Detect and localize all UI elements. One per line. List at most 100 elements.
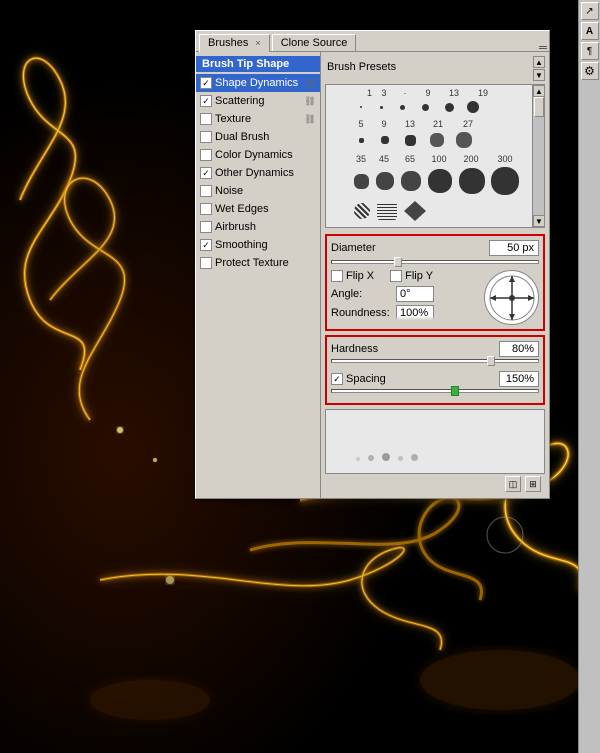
cb-dual-brush[interactable] xyxy=(200,131,212,143)
sidebar-item-protect-texture[interactable]: Protect Texture xyxy=(196,254,320,272)
chain-icon-scatter: ⛓ xyxy=(304,95,316,107)
brushes-panel: Brushes × Clone Source Brush Tip Shape S… xyxy=(195,30,550,499)
brush-special-2[interactable] xyxy=(377,202,397,220)
diameter-thumb[interactable] xyxy=(394,257,402,267)
brush-labels-3: 35 45 65 100 200 300 xyxy=(329,154,530,164)
brush-65px[interactable] xyxy=(401,171,421,191)
spacing-row: Spacing 150% xyxy=(331,371,539,387)
tab-brushes[interactable]: Brushes × xyxy=(199,34,270,52)
angle-row: Angle: xyxy=(331,286,480,302)
sidebar-item-color-dynamics[interactable]: Color Dynamics xyxy=(196,146,320,164)
brush-preview-area: ◫ ⊞ xyxy=(325,409,545,494)
cb-smoothing[interactable] xyxy=(200,239,212,251)
preview-btn-1[interactable]: ◫ xyxy=(505,476,521,492)
sidebar-item-wet-edges[interactable]: Wet Edges xyxy=(196,200,320,218)
diameter-value[interactable]: 50 px xyxy=(489,240,539,256)
panel-sidebar: Brush Tip Shape Shape Dynamics ⛓ Scatter… xyxy=(196,52,321,498)
brush-19px[interactable] xyxy=(467,101,479,113)
crosshair-svg xyxy=(487,273,537,323)
chain-icon-texture: ⛓ xyxy=(304,113,316,125)
tab-clone-source[interactable]: Clone Source xyxy=(272,34,357,51)
brush-100px[interactable] xyxy=(428,169,452,193)
sidebar-item-airbrush[interactable]: Airbrush xyxy=(196,218,320,236)
brush-9px[interactable] xyxy=(422,104,429,111)
brush-3px[interactable] xyxy=(380,106,383,109)
brush-5px[interactable] xyxy=(400,105,405,110)
cb-scattering[interactable] xyxy=(200,95,212,107)
toolbar-btn-type[interactable]: A xyxy=(581,22,599,40)
toolbar-btn-arrow[interactable]: ↗ xyxy=(581,2,599,20)
sidebar-item-scattering[interactable]: Scattering ⛓ xyxy=(196,92,320,110)
toolbar-btn-gear[interactable]: ⚙ xyxy=(581,62,599,80)
brush-row-1: - 1 3 · 9 13 19 xyxy=(329,88,530,98)
cb-protect-texture[interactable] xyxy=(200,257,212,269)
preview-btn-2[interactable]: ⊞ xyxy=(525,476,541,492)
flip-angle-inputs: Flip X Flip Y Angle: Roundn xyxy=(331,270,480,320)
spacing-thumb[interactable] xyxy=(451,386,459,396)
brush-27px[interactable] xyxy=(456,132,472,148)
cb-color-dynamics[interactable] xyxy=(200,149,212,161)
sidebar-item-shape-dynamics[interactable]: Shape Dynamics ⛓ xyxy=(196,74,320,92)
scroll-down-arrow[interactable]: ▼ xyxy=(533,69,545,81)
scroll-up-arrow[interactable]: ▲ xyxy=(533,56,545,68)
brush-labels-2: 5 9 13 21 27 xyxy=(329,119,530,129)
roundness-input[interactable] xyxy=(396,305,434,320)
flip-angle-row: Flip X Flip Y Angle: Roundn xyxy=(331,270,539,325)
hardness-slider[interactable] xyxy=(331,359,539,363)
brush-13px[interactable] xyxy=(445,103,454,112)
sidebar-item-other-dynamics[interactable]: Other Dynamics xyxy=(196,164,320,182)
flip-x-row: Flip X xyxy=(331,270,374,282)
panel-body: Brush Tip Shape Shape Dynamics ⛓ Scatter… xyxy=(196,52,549,498)
brush-1px[interactable] xyxy=(360,106,362,108)
angle-preview-circle xyxy=(484,270,539,325)
sidebar-item-noise[interactable]: Noise xyxy=(196,182,320,200)
sidebar-item-smoothing[interactable]: Smoothing xyxy=(196,236,320,254)
brush-35px[interactable] xyxy=(354,174,369,189)
brush-scroll-down[interactable]: ▼ xyxy=(533,215,545,227)
brush-scroll-thumb[interactable] xyxy=(534,97,544,117)
cb-noise[interactable] xyxy=(200,185,212,197)
hardness-row: Hardness 80% xyxy=(331,341,539,357)
preview-dots xyxy=(356,453,418,461)
cb-spacing[interactable] xyxy=(331,373,343,385)
chain-icon-shape: ⛓ xyxy=(304,77,316,89)
hardness-value[interactable]: 80% xyxy=(499,341,539,357)
toolbar-btn-para[interactable]: ¶ xyxy=(581,42,599,60)
right-toolbar: ↗ A ¶ ⚙ xyxy=(578,0,600,753)
cb-texture[interactable] xyxy=(200,113,212,125)
cb-flip-x[interactable] xyxy=(331,270,343,282)
cb-wet-edges[interactable] xyxy=(200,203,212,215)
sidebar-item-texture[interactable]: Texture ⛓ xyxy=(196,110,320,128)
preview-canvas xyxy=(325,409,545,474)
brush-dots-1 xyxy=(329,101,530,113)
brush-dots-3 xyxy=(329,167,530,195)
brush-13px-soft[interactable] xyxy=(405,135,416,146)
hardness-thumb[interactable] xyxy=(487,356,495,366)
brush-21px[interactable] xyxy=(430,133,444,147)
brush-scroll-up[interactable]: ▲ xyxy=(533,85,545,97)
panel-collapse-btn[interactable] xyxy=(537,44,549,51)
spacing-slider[interactable] xyxy=(331,389,539,393)
cb-flip-y[interactable] xyxy=(390,270,402,282)
brush-5px-soft[interactable] xyxy=(359,138,364,143)
cb-other-dynamics[interactable] xyxy=(200,167,212,179)
cb-airbrush[interactable] xyxy=(200,221,212,233)
diameter-slider[interactable] xyxy=(331,260,539,264)
angle-input[interactable] xyxy=(396,286,434,302)
sidebar-header[interactable]: Brush Tip Shape xyxy=(196,56,320,72)
sidebar-item-dual-brush[interactable]: Dual Brush xyxy=(196,128,320,146)
brush-scrollbar[interactable]: ▲ ▼ xyxy=(532,85,544,227)
flip-checkboxes: Flip X Flip Y xyxy=(331,270,480,282)
panel-content: Brush Presets ▲ ▼ - 1 3 · 9 13 19 xyxy=(321,52,549,498)
brush-dots-2 xyxy=(329,132,530,148)
preview-bottom-bar: ◫ ⊞ xyxy=(325,474,545,494)
brush-300px[interactable] xyxy=(491,167,519,195)
tab-brushes-close[interactable]: × xyxy=(255,38,260,48)
brush-200px[interactable] xyxy=(459,168,485,194)
brush-special-3[interactable] xyxy=(404,201,426,221)
spacing-value[interactable]: 150% xyxy=(499,371,539,387)
brush-9px-soft[interactable] xyxy=(381,136,389,144)
brush-special-1[interactable] xyxy=(354,203,370,219)
brush-45px[interactable] xyxy=(376,172,394,190)
cb-shape-dynamics[interactable] xyxy=(200,77,212,89)
